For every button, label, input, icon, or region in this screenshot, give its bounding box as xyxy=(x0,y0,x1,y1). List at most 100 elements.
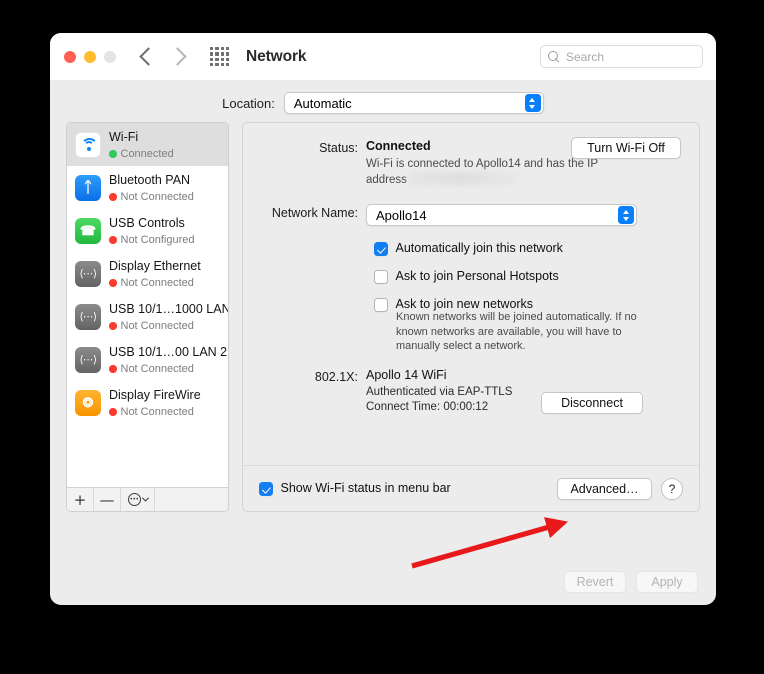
show-all-grid-icon[interactable] xyxy=(210,47,229,66)
add-service-button[interactable]: + xyxy=(67,488,94,511)
sidebar-item-usb-lan-2[interactable]: ⟨⋯⟩ USB 10/1…00 LAN 2 Not Connected xyxy=(67,338,228,381)
network-name-row: Network Name: Apollo14 xyxy=(243,204,681,226)
window-footer: Revert Apply xyxy=(50,559,716,605)
service-status-label: Not Configured xyxy=(120,234,195,246)
status-dot-red xyxy=(109,279,117,287)
location-row: Location: Automatic xyxy=(50,80,716,122)
sidebar-item-usb-controls[interactable]: ☎ USB Controls Not Configured xyxy=(67,209,228,252)
status-dot-red xyxy=(109,408,117,416)
advanced-button[interactable]: Advanced… xyxy=(557,477,652,500)
sidebar-item-display-firewire[interactable]: ❂ Display FireWire Not Connected xyxy=(67,381,228,424)
network-name-popup-button[interactable]: Apollo14 xyxy=(366,204,637,226)
service-name: Wi-Fi xyxy=(109,130,139,144)
help-button[interactable]: ? xyxy=(661,477,683,500)
location-value: Automatic xyxy=(293,95,352,111)
chevron-down-icon xyxy=(141,494,149,502)
remove-service-button[interactable]: — xyxy=(94,488,121,511)
service-status-label: Not Connected xyxy=(120,406,194,418)
service-status-label: Connected xyxy=(120,148,174,160)
service-name: Display FireWire xyxy=(109,388,201,402)
network-name-field: Apollo14 xyxy=(366,204,681,226)
network-preferences-window: Network Location: Automatic Wi-Fi xyxy=(50,33,716,605)
checkbox-auto-join[interactable]: Automatically join this network xyxy=(374,241,681,256)
checkbox-show-wifi-status-label: Show Wi-Fi status in menu bar xyxy=(280,481,451,495)
checkbox-personal-hotspots-label: Ask to join Personal Hotspots xyxy=(395,269,559,283)
service-status-label: Not Connected xyxy=(120,191,194,203)
service-status: Not Connected xyxy=(109,190,194,204)
panel-bottom-bar: Show Wi-Fi status in menu bar Advanced… … xyxy=(243,465,699,511)
status-description: Wi-Fi is connected to Apollo14 and has t… xyxy=(366,157,604,188)
status-dot-red xyxy=(109,365,117,373)
dot1x-profile-name: Apollo 14 WiFi xyxy=(366,367,447,382)
checkbox-auto-join-box[interactable] xyxy=(374,242,388,256)
location-label: Location: xyxy=(222,95,275,111)
service-text: Wi-Fi Connected xyxy=(109,128,174,161)
close-window-button[interactable] xyxy=(64,50,76,63)
ethernet-icon: ⟨⋯⟩ xyxy=(75,346,101,373)
checkbox-personal-hotspots-box[interactable] xyxy=(374,270,388,284)
wifi-icon xyxy=(75,131,101,158)
service-text: USB 10/1…1000 LAN Not Connected xyxy=(109,300,228,333)
join-options-help-text: Known networks will be joined automatica… xyxy=(396,311,637,352)
checkbox-new-networks-box[interactable] xyxy=(374,298,388,312)
service-name: USB 10/1…1000 LAN xyxy=(109,302,228,316)
status-dot-red xyxy=(109,193,117,201)
chevron-updown-icon xyxy=(524,94,541,112)
wifi-settings-panel: Turn Wi-Fi Off Status: Connected Wi-Fi i… xyxy=(242,122,700,512)
chevron-left-icon[interactable] xyxy=(139,47,158,66)
service-text: USB Controls Not Configured xyxy=(109,214,195,247)
service-status-label: Not Connected xyxy=(120,320,194,332)
service-text: Display Ethernet Not Connected xyxy=(109,257,201,290)
disconnect-button[interactable]: Disconnect xyxy=(541,392,643,414)
dot1x-label: 802.1X: xyxy=(314,369,358,384)
services-sidebar: Wi-Fi Connected ᛏ Bluetooth PAN Not Conn… xyxy=(66,122,229,512)
sidebar-item-display-ethernet[interactable]: ⟨⋯⟩ Display Ethernet Not Connected xyxy=(67,252,228,295)
service-text: Display FireWire Not Connected xyxy=(109,386,201,419)
preferences-body: Wi-Fi Connected ᛏ Bluetooth PAN Not Conn… xyxy=(50,122,716,559)
traffic-lights xyxy=(64,50,116,63)
sidebar-toolbar: + — xyxy=(67,487,228,511)
network-name-value: Apollo14 xyxy=(376,207,427,223)
search-field[interactable] xyxy=(540,45,703,68)
sidebar-item-bluetooth-pan[interactable]: ᛏ Bluetooth PAN Not Connected xyxy=(67,166,228,209)
chevron-forward-icon[interactable] xyxy=(168,47,187,66)
join-options-group: Automatically join this network Ask to j… xyxy=(243,241,681,354)
minimize-window-button[interactable] xyxy=(84,50,96,63)
service-name: USB Controls xyxy=(109,216,185,230)
revert-button[interactable]: Revert xyxy=(564,571,626,593)
status-value: Connected xyxy=(366,139,431,153)
page-title: Network xyxy=(246,47,307,65)
service-status: Connected xyxy=(109,147,174,161)
menu-bar-checkbox-row[interactable]: Show Wi-Fi status in menu bar xyxy=(259,481,557,496)
titlebar: Network xyxy=(50,33,716,80)
checkbox-personal-hotspots[interactable]: Ask to join Personal Hotspots xyxy=(374,269,681,284)
service-text: USB 10/1…00 LAN 2 Not Connected xyxy=(109,343,227,376)
service-status-label: Not Connected xyxy=(120,363,194,375)
checkbox-show-wifi-status-box[interactable] xyxy=(259,482,273,496)
bluetooth-icon: ᛏ xyxy=(75,174,101,201)
chevron-updown-icon xyxy=(618,206,634,224)
status-dot-red xyxy=(109,236,117,244)
search-input[interactable] xyxy=(566,49,695,64)
service-action-menu-button[interactable] xyxy=(121,488,155,511)
service-status: Not Connected xyxy=(109,276,201,290)
status-dot-green xyxy=(109,150,117,158)
service-status-label: Not Connected xyxy=(120,277,194,289)
sidebar-item-usb-lan-1[interactable]: ⟨⋯⟩ USB 10/1…1000 LAN Not Connected xyxy=(67,295,228,338)
redacted-ip-address xyxy=(408,172,517,185)
search-icon xyxy=(548,50,560,63)
service-name: Display Ethernet xyxy=(109,259,201,273)
service-name: USB 10/1…00 LAN 2 xyxy=(109,345,228,359)
service-status: Not Configured xyxy=(109,233,195,247)
location-popup-button[interactable]: Automatic xyxy=(283,92,544,114)
apply-button[interactable]: Apply xyxy=(636,571,698,593)
network-name-label: Network Name: xyxy=(271,206,358,220)
status-dot-red xyxy=(109,322,117,330)
turn-wifi-off-button[interactable]: Turn Wi-Fi Off xyxy=(571,137,681,159)
checkbox-auto-join-label: Automatically join this network xyxy=(395,241,563,255)
sidebar-item-wifi[interactable]: Wi-Fi Connected xyxy=(67,123,228,166)
service-name: Bluetooth PAN xyxy=(109,173,191,187)
ethernet-icon: ⟨⋯⟩ xyxy=(75,260,101,287)
service-text: Bluetooth PAN Not Connected xyxy=(109,171,194,204)
service-status: Not Connected xyxy=(109,319,220,333)
